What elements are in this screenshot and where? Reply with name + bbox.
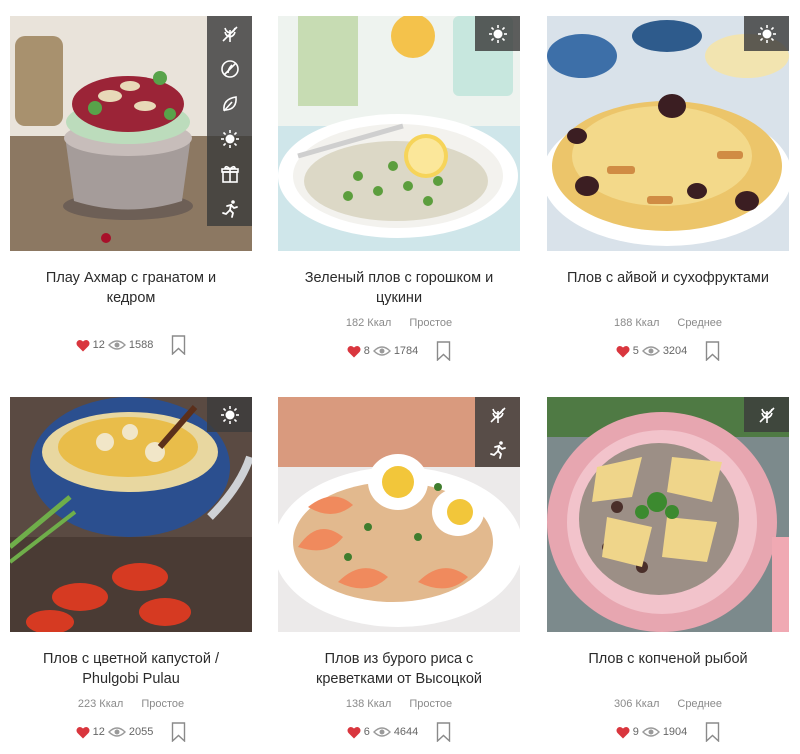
- runner-icon: [475, 432, 520, 467]
- smoked-fish-rice-photo: [547, 397, 789, 632]
- recipe-title[interactable]: Зеленый плов с горошком и цукини: [278, 268, 520, 308]
- heart-icon[interactable]: [347, 345, 361, 358]
- badge-column: [207, 397, 252, 432]
- kcal-label: 306 Ккал: [613, 698, 660, 710]
- recipe-title[interactable]: Плов с копченой рыбой: [547, 649, 789, 689]
- recipe-stats: 8 1784: [278, 340, 520, 362]
- likes-count: 6: [363, 726, 370, 738]
- heart-icon[interactable]: [616, 726, 630, 739]
- recipe-title[interactable]: Плов с цветной капустой / Phulgobi Pulau: [10, 649, 252, 689]
- vegetarian-icon: [207, 86, 252, 121]
- recipe-photo[interactable]: [10, 397, 252, 632]
- heart-icon[interactable]: [616, 345, 630, 358]
- views-count: 3204: [662, 345, 688, 357]
- sun-icon: [207, 121, 252, 156]
- recipe-card: Плов из бурого риса с креветками от Высо…: [278, 397, 520, 743]
- no-sugar-icon: [207, 51, 252, 86]
- recipe-meta: 138 Ккал Простое: [278, 698, 520, 712]
- no-gluten-icon: [744, 397, 789, 432]
- views-count: 4644: [393, 726, 419, 738]
- likes-count: 9: [632, 726, 639, 738]
- recipe-photo[interactable]: [10, 16, 252, 251]
- sun-icon: [475, 16, 520, 51]
- views-count: 1588: [128, 339, 154, 351]
- likes-count: 12: [92, 339, 105, 351]
- recipe-card: Плов с айвой и сухофруктами 188 Ккал Сред…: [547, 16, 789, 362]
- eye-icon: [107, 340, 126, 350]
- difficulty-label: Простое: [141, 698, 185, 710]
- badge-column: [475, 16, 520, 51]
- views-count: 2055: [128, 726, 154, 738]
- sun-icon: [207, 397, 252, 432]
- bookmark-icon[interactable]: [171, 722, 186, 742]
- kcal-label: 188 Ккал: [613, 317, 660, 329]
- recipe-photo[interactable]: [278, 397, 520, 632]
- recipe-stats: 5 3204: [547, 340, 789, 362]
- badge-column: [475, 397, 520, 467]
- recipe-card: Плов с копченой рыбой 306 Ккал Среднее 9 …: [547, 397, 789, 743]
- difficulty-label: Простое: [409, 698, 453, 710]
- recipe-meta: 223 Ккал Простое: [10, 698, 252, 712]
- recipe-stats: 12 2055: [10, 721, 252, 743]
- kcal-label: 138 Ккал: [345, 698, 392, 710]
- difficulty-label: Простое: [409, 317, 453, 329]
- quince-rice-photo: [547, 16, 789, 251]
- badge-column: [744, 397, 789, 432]
- recipe-meta: 306 Ккал Среднее: [547, 698, 789, 712]
- cauliflower-rice-photo: [10, 397, 252, 632]
- eye-icon: [372, 346, 391, 356]
- recipe-meta: 182 Ккал Простое: [278, 317, 520, 331]
- recipe-photo[interactable]: [547, 16, 789, 251]
- sun-icon: [744, 16, 789, 51]
- views-count: 1904: [662, 726, 688, 738]
- bookmark-icon[interactable]: [436, 722, 451, 742]
- heart-icon[interactable]: [76, 726, 90, 739]
- kcal-label: 182 Ккал: [345, 317, 392, 329]
- difficulty-label: Среднее: [677, 698, 723, 710]
- likes-count: 12: [92, 726, 105, 738]
- likes-count: 8: [363, 345, 370, 357]
- runner-icon: [207, 191, 252, 226]
- recipe-title[interactable]: Плау Ахмар с гранатом и кедром: [10, 268, 252, 308]
- eye-icon: [107, 727, 126, 737]
- recipe-meta: 188 Ккал Среднее: [547, 317, 789, 331]
- recipe-title[interactable]: Плов из бурого риса с креветками от Высо…: [278, 649, 520, 689]
- no-gluten-icon: [475, 397, 520, 432]
- badge-column: [207, 16, 252, 226]
- recipe-title[interactable]: Плов с айвой и сухофруктами: [547, 268, 789, 308]
- recipe-card: Зеленый плов с горошком и цукини 182 Кка…: [278, 16, 520, 362]
- recipe-stats: 9 1904: [547, 721, 789, 743]
- kcal-label: 223 Ккал: [77, 698, 124, 710]
- views-count: 1784: [393, 345, 419, 357]
- bookmark-icon[interactable]: [436, 341, 451, 361]
- bookmark-icon[interactable]: [171, 335, 186, 355]
- green-rice-photo: [278, 16, 520, 251]
- difficulty-label: Среднее: [677, 317, 723, 329]
- recipe-card: Плов с цветной капустой / Phulgobi Pulau…: [10, 397, 252, 743]
- heart-icon[interactable]: [347, 726, 361, 739]
- eye-icon: [641, 727, 660, 737]
- recipe-card: Плау Ахмар с гранатом и кедром 12 1588: [10, 16, 252, 356]
- heart-icon[interactable]: [76, 339, 90, 352]
- recipe-stats: 6 4644: [278, 721, 520, 743]
- badge-column: [744, 16, 789, 51]
- recipe-photo[interactable]: [278, 16, 520, 251]
- no-gluten-icon: [207, 16, 252, 51]
- recipe-photo[interactable]: [547, 397, 789, 632]
- eye-icon: [641, 346, 660, 356]
- bookmark-icon[interactable]: [705, 722, 720, 742]
- gift-icon: [207, 156, 252, 191]
- likes-count: 5: [632, 345, 639, 357]
- eye-icon: [372, 727, 391, 737]
- recipe-stats: 12 1588: [10, 334, 252, 356]
- bookmark-icon[interactable]: [705, 341, 720, 361]
